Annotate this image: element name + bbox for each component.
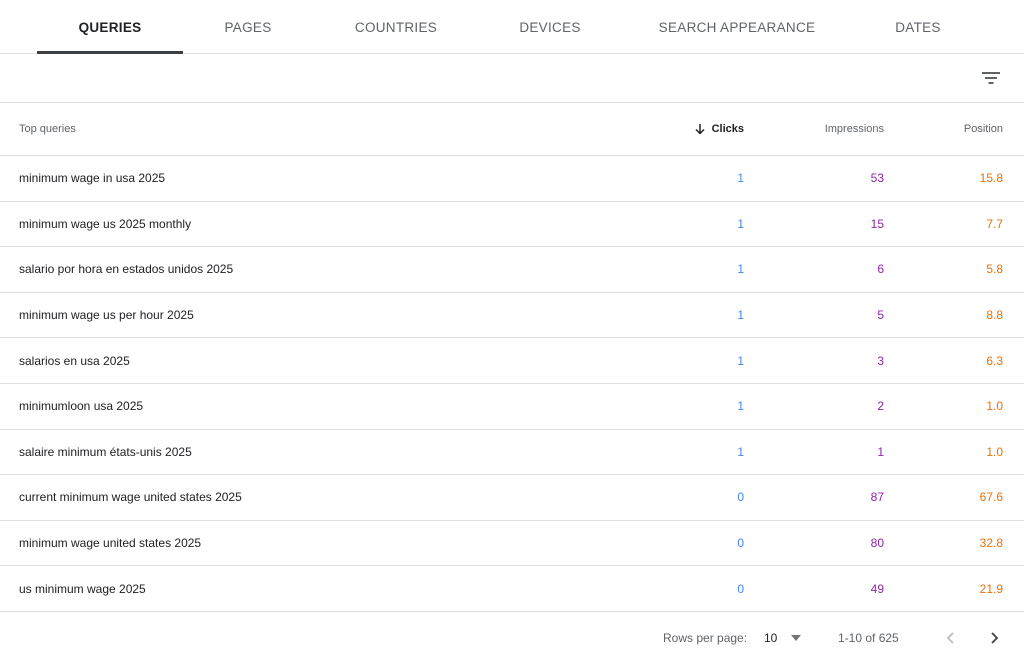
tab-label: DEVICES — [519, 19, 581, 35]
position-cell: 6.3 — [986, 353, 1003, 368]
table-header: Top queries Clicks Impressions Position — [0, 103, 1024, 156]
tab-search-appearance[interactable]: SEARCH APPEARANCE — [652, 0, 822, 54]
tab-devices[interactable]: DEVICES — [490, 0, 610, 54]
table-row[interactable]: current minimum wage united states 2025 … — [0, 475, 1024, 521]
pagination-range: 1-10 of 625 — [838, 630, 899, 645]
position-cell: 5.8 — [986, 262, 1003, 277]
queries-table: Top queries Clicks Impressions Position … — [0, 103, 1024, 612]
table-row[interactable]: us minimum wage 2025 0 49 21.9 — [0, 566, 1024, 612]
impressions-cell: 3 — [877, 353, 884, 368]
clicks-cell: 1 — [737, 444, 744, 459]
position-cell: 7.7 — [986, 216, 1003, 231]
filter-rows-button[interactable] — [976, 63, 1006, 93]
clicks-cell: 0 — [737, 581, 744, 596]
position-cell: 1.0 — [986, 444, 1003, 459]
impressions-cell: 80 — [870, 536, 884, 551]
position-cell: 32.8 — [979, 536, 1003, 551]
table-row[interactable]: minimumloon usa 2025 1 2 1.0 — [0, 384, 1024, 430]
header-impressions[interactable]: Impressions — [744, 103, 884, 155]
header-clicks[interactable]: Clicks — [604, 103, 744, 155]
position-cell: 21.9 — [979, 581, 1003, 596]
rows-per-page-value: 10 — [764, 630, 778, 645]
query-cell: minimum wage in usa 2025 — [19, 171, 166, 186]
header-clicks-label: Clicks — [711, 123, 744, 135]
query-cell: minimum wage us 2025 monthly — [19, 216, 192, 231]
clicks-cell: 1 — [737, 353, 744, 368]
clicks-cell: 0 — [737, 490, 744, 505]
table-row[interactable]: minimum wage united states 2025 0 80 32.… — [0, 521, 1024, 567]
tab-dates[interactable]: DATES — [868, 0, 968, 54]
query-cell: minimum wage united states 2025 — [19, 536, 202, 551]
report-tabs: QUERIES PAGES COUNTRIES DEVICES SEARCH A… — [0, 0, 1024, 54]
position-cell: 15.8 — [979, 171, 1003, 186]
arrow-down-icon — [694, 123, 706, 135]
position-cell: 8.8 — [986, 308, 1003, 323]
header-top-queries[interactable]: Top queries — [19, 103, 519, 155]
query-cell: us minimum wage 2025 — [19, 581, 146, 596]
table-row[interactable]: minimum wage us 2025 monthly 1 15 7.7 — [0, 202, 1024, 248]
clicks-cell: 0 — [737, 536, 744, 551]
clicks-cell: 1 — [737, 216, 744, 231]
table-toolbar — [0, 54, 1024, 103]
query-cell: minimumloon usa 2025 — [19, 399, 144, 414]
query-cell: salaire minimum états-unis 2025 — [19, 444, 192, 459]
dropdown-arrow-icon — [791, 634, 802, 641]
tab-countries[interactable]: COUNTRIES — [331, 0, 461, 54]
next-page-button[interactable] — [985, 614, 1003, 661]
query-cell: current minimum wage united states 2025 — [19, 490, 242, 505]
position-cell: 67.6 — [979, 490, 1003, 505]
impressions-cell: 49 — [870, 581, 884, 596]
filter-list-icon — [982, 72, 1000, 84]
tab-pages[interactable]: PAGES — [188, 0, 308, 54]
query-cell: salarios en usa 2025 — [19, 353, 130, 368]
table-row[interactable]: salario por hora en estados unidos 2025 … — [0, 247, 1024, 293]
table-row[interactable]: minimum wage us per hour 2025 1 5 8.8 — [0, 293, 1024, 339]
chevron-left-icon — [946, 631, 954, 644]
header-position[interactable]: Position — [893, 103, 1003, 155]
table-row[interactable]: minimum wage in usa 2025 1 53 15.8 — [0, 156, 1024, 202]
query-cell: minimum wage us per hour 2025 — [19, 308, 194, 323]
tab-label: COUNTRIES — [354, 19, 438, 35]
table-row[interactable]: salaire minimum états-unis 2025 1 1 1.0 — [0, 430, 1024, 476]
impressions-cell: 5 — [877, 308, 884, 323]
table-row[interactable]: salarios en usa 2025 1 3 6.3 — [0, 338, 1024, 384]
clicks-cell: 1 — [737, 262, 744, 277]
chevron-right-icon — [991, 631, 999, 644]
tab-label: SEARCH APPEARANCE — [658, 19, 816, 35]
clicks-cell: 1 — [737, 399, 744, 414]
position-cell: 1.0 — [986, 399, 1003, 414]
tab-label: DATES — [895, 19, 941, 35]
clicks-cell: 1 — [737, 171, 744, 186]
impressions-cell: 15 — [870, 216, 884, 231]
impressions-cell: 53 — [870, 171, 884, 186]
impressions-cell: 1 — [877, 444, 884, 459]
impressions-cell: 6 — [877, 262, 884, 277]
tab-label: PAGES — [224, 19, 272, 35]
rows-per-page-select[interactable]: 10 — [764, 614, 802, 661]
tab-label: QUERIES — [78, 19, 142, 35]
impressions-cell: 2 — [877, 399, 884, 414]
previous-page-button[interactable] — [942, 614, 960, 661]
query-cell: salario por hora en estados unidos 2025 — [19, 262, 234, 277]
impressions-cell: 87 — [870, 490, 884, 505]
pagination-bar: Rows per page: 10 1-10 of 625 — [0, 614, 1024, 661]
clicks-cell: 1 — [737, 308, 744, 323]
rows-per-page-label: Rows per page: — [663, 630, 748, 645]
tab-queries[interactable]: QUERIES — [37, 0, 183, 54]
